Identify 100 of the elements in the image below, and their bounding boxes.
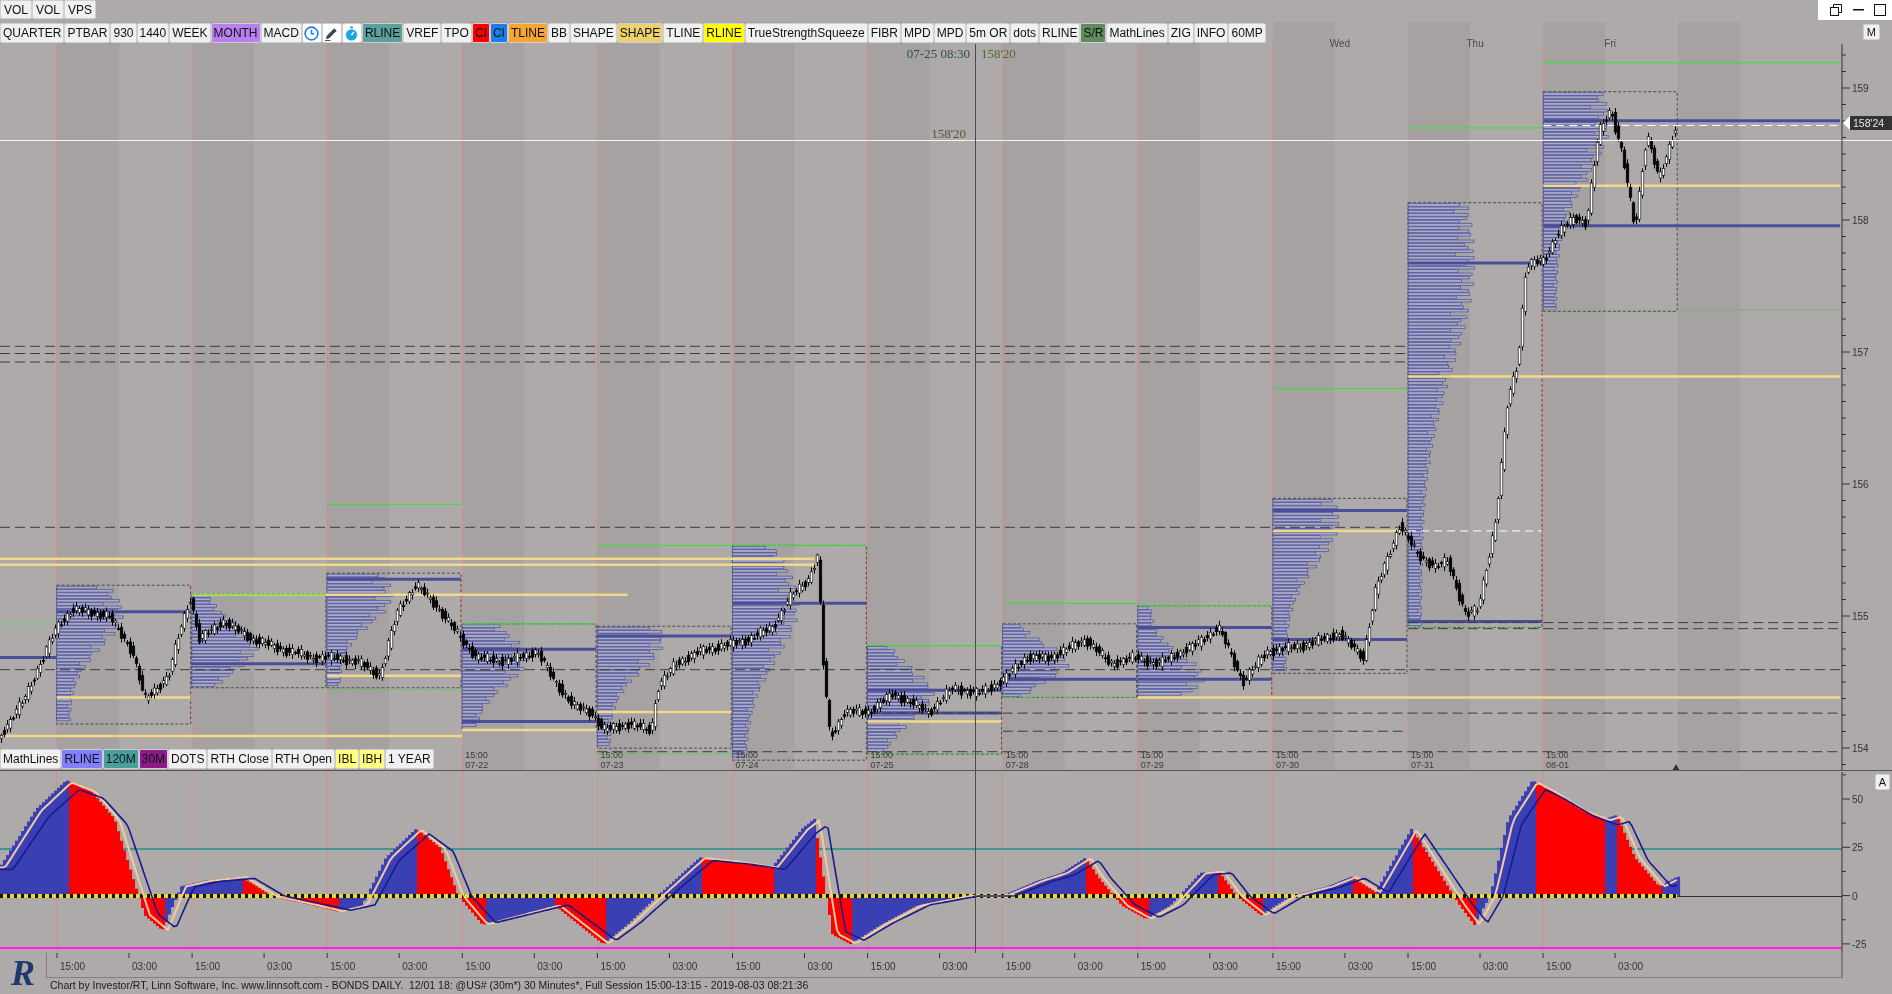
toolbar-button[interactable]: 5m OR [966, 23, 1011, 43]
toolbar-button[interactable]: QUARTER [0, 23, 65, 43]
time-axis-label: 03:00 [402, 961, 428, 972]
triangle-marker-icon [1672, 764, 1680, 770]
restore-button[interactable] [1828, 2, 1844, 18]
toolbar-button[interactable]: WEEK [169, 23, 211, 43]
session-time-label: 15:00 [465, 750, 488, 760]
oscillator-axis-label: 50 [1852, 794, 1864, 805]
maximize-icon [1874, 4, 1886, 16]
toolbar-button[interactable]: MPD [901, 23, 934, 43]
level-line [0, 656, 57, 660]
toolbar-button[interactable]: SHAPE [569, 23, 617, 43]
cursor-price-label: 158'20 [931, 126, 966, 141]
day-label: Wed [1329, 38, 1351, 49]
toolbar-button[interactable]: 930 [110, 23, 137, 43]
tool-icon-button[interactable] [301, 23, 322, 43]
time-axis-label: 15:00 [330, 961, 356, 972]
minimize-icon [1852, 9, 1864, 11]
logo: R [11, 954, 35, 991]
toolbar-button[interactable]: TPO [441, 23, 472, 43]
time-axis-label: 03:00 [807, 961, 833, 972]
toolbar-button[interactable]: ZIG [1167, 23, 1194, 43]
day-label: Fri [1604, 38, 1617, 49]
toolbar-button[interactable]: CI [489, 23, 508, 43]
toolbar-button[interactable]: IBL [335, 749, 360, 769]
toolbar-button[interactable]: PTBAR [64, 23, 111, 43]
toolbar-button[interactable]: RLINE [61, 749, 103, 769]
toolbar-button[interactable]: TLINE [663, 23, 704, 43]
price-axis-label: 156 [1852, 479, 1869, 490]
toolbar-button[interactable]: TrueStrengthSqueeze [744, 23, 868, 43]
session-date-label: 07-30 [1275, 760, 1299, 770]
toolbar-button[interactable]: DOTS [168, 749, 208, 769]
crosshair-price-label: 158'20 [981, 46, 1016, 61]
toolbar-button[interactable]: FIBR [867, 23, 901, 43]
toolbar-button[interactable]: 1440 [136, 23, 170, 43]
session-time-label: 15:00 [1275, 750, 1299, 760]
toolbar-button[interactable]: SHAPE [616, 23, 664, 43]
session-date-label: 07-29 [1140, 760, 1164, 770]
maximize-button[interactable] [1872, 2, 1888, 18]
last-price-label: 158'24 [1843, 116, 1892, 130]
toolbar-button[interactable]: RLINE [1039, 23, 1081, 43]
time-axis-label: 03:00 [1483, 961, 1509, 972]
session-time-label: 15:00 [1140, 750, 1164, 760]
toolbar-button[interactable]: VOL [0, 0, 32, 19]
time-axis-label: 15:00 [600, 961, 626, 972]
toolbar-button[interactable]: IBH [359, 749, 386, 769]
toolbar-button[interactable]: MathLines [1106, 23, 1168, 43]
time-axis-label: 15:00 [60, 961, 86, 972]
time-axis-label: 15:00 [870, 961, 896, 972]
time-axis-label: 03:00 [942, 961, 968, 972]
tool-icon-button[interactable] [321, 23, 342, 43]
toolbar-button[interactable]: TLINE [507, 23, 548, 43]
time-axis-label: 15:00 [1546, 961, 1572, 972]
toolbar-button[interactable]: RLINE [703, 23, 745, 43]
time-axis-label: 15:00 [1140, 961, 1166, 972]
oscillator-axis-label: -25 [1852, 938, 1867, 950]
dashed-level-line [0, 623, 58, 625]
toolbar-button[interactable]: MONTH [210, 23, 261, 43]
stopwatch-icon [344, 25, 360, 41]
toolbar-button[interactable]: dots [1010, 23, 1040, 43]
price-axis-label: 155 [1852, 611, 1869, 622]
toolbar-button[interactable]: MPD [933, 23, 967, 43]
toolbar-button[interactable]: BB [547, 23, 570, 43]
toolbar-button[interactable]: VREF [403, 23, 442, 43]
toolbar-button[interactable]: VOL [32, 0, 65, 19]
oscillator-axis-label: 25 [1852, 842, 1864, 854]
toolbar-button[interactable]: RTH Close [207, 749, 272, 769]
day-label: Thu [1466, 38, 1484, 49]
toolbar-button[interactable]: MathLines [0, 749, 62, 769]
session-date-label: 07-22 [465, 760, 489, 770]
status-text: Chart by Investor/RT, Linn Software, Inc. www.linnsoft.com - BONDS DAILY. 12/01 18: @US# (30m*) 30 Minutes*, Full Session 15:00-13:15 - 2019-08-03 08:21:36 [49, 978, 810, 993]
toolbar-button[interactable]: RTH Open [271, 749, 336, 769]
time-axis-label: 15:00 [735, 961, 761, 972]
crosshair-time-label: 07-25 08:30 [906, 46, 970, 61]
session-time-label: 15:00 [735, 750, 759, 760]
toolbar-button[interactable]: S/R [1080, 23, 1107, 43]
toolbar-button[interactable]: INFO [1193, 23, 1229, 43]
session-date-label: 07-25 [870, 760, 894, 770]
time-axis-label: 15:00 [195, 961, 221, 972]
toolbar-button[interactable]: RLINE [361, 23, 404, 43]
toolbar-button[interactable]: VPS [64, 0, 97, 19]
time-axis-label: 03:00 [1618, 961, 1644, 972]
session-time-label: 15:00 [1411, 750, 1434, 760]
session-date-label: 07-24 [735, 760, 759, 770]
time-axis-label: 03:00 [672, 961, 698, 972]
time-axis-label: 15:00 [1275, 961, 1301, 972]
time-axis-label: 03:00 [1212, 961, 1238, 972]
time-axis-label: 03:00 [132, 961, 158, 972]
price-axis-label: 157 [1852, 347, 1869, 358]
time-axis-label: 03:00 [537, 961, 563, 972]
time-axis-label: 03:00 [1077, 961, 1103, 972]
session-time-label: 15:00 [1546, 750, 1569, 760]
toolbar-button[interactable]: CI [471, 23, 490, 43]
toolbar-button[interactable]: 120M [102, 749, 139, 769]
time-axis-label: 15:00 [465, 961, 491, 972]
toolbar-button[interactable]: MACD [260, 23, 302, 43]
price-axis-label: 159 [1852, 83, 1869, 94]
toolbar-button[interactable]: 1 YEAR [385, 749, 434, 769]
toolbar-button[interactable]: 60MP [1228, 23, 1266, 43]
session-date-label: 07-28 [1005, 760, 1029, 770]
